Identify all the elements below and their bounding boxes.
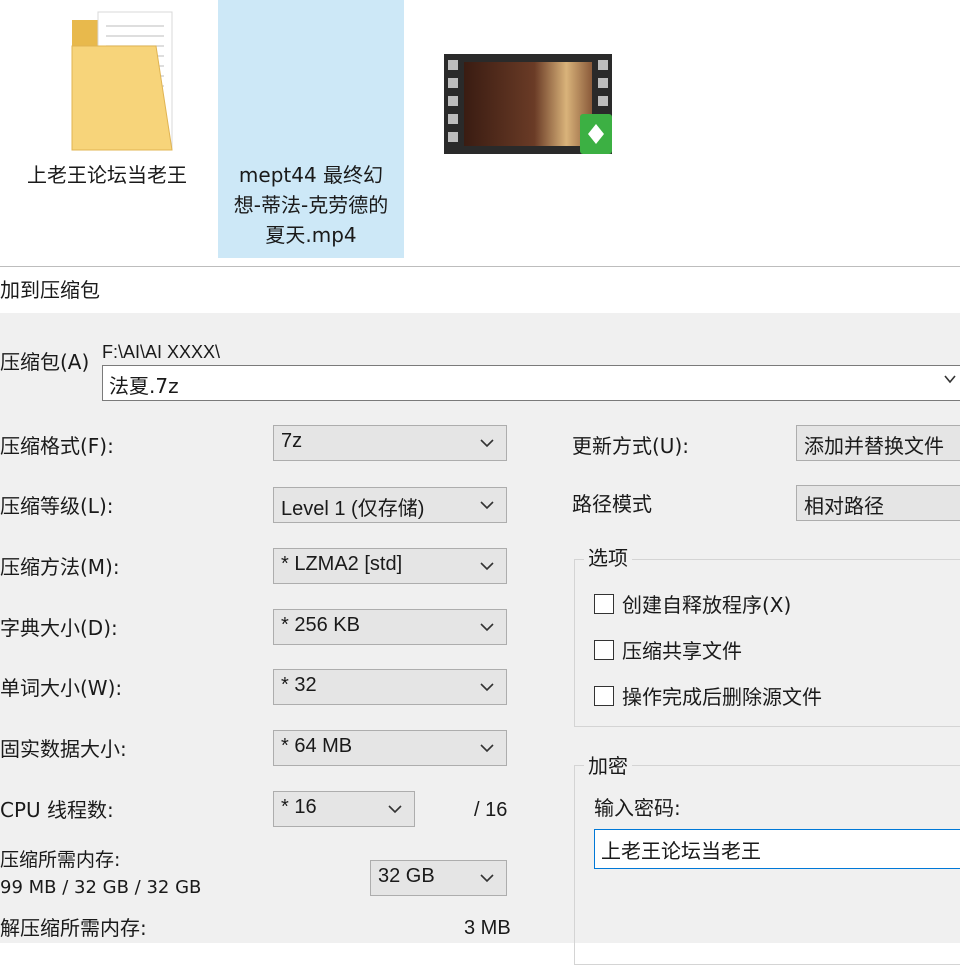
sfx-label: 创建自释放程序(X)	[622, 593, 792, 617]
desktop: 上老王论坛当老王 mept44 最终幻想-蒂法-克劳德的夏天.mp4	[0, 0, 960, 262]
method-select[interactable]: * LZMA2 [std]	[273, 548, 507, 584]
solid-label: 固实数据大小:	[0, 737, 127, 761]
level-value: Level 1 (仅存储)	[281, 498, 425, 520]
chevron-down-icon	[480, 439, 494, 448]
format-value: 7z	[281, 430, 303, 452]
word-select[interactable]: * 32	[273, 669, 507, 705]
update-mode-select[interactable]: 添加并替换文件	[796, 425, 960, 461]
chevron-down-icon	[480, 562, 494, 571]
threads-value: * 16	[281, 796, 317, 818]
chevron-down-icon[interactable]	[943, 372, 957, 386]
password-value: 上老王论坛当老王	[601, 839, 761, 863]
archive-path: F:\AI\AI XXXX\	[102, 342, 221, 362]
word-label: 单词大小(W):	[0, 676, 123, 700]
folder-icon	[71, 11, 173, 151]
path-mode-label: 路径模式	[572, 492, 652, 516]
video-file-icon	[444, 54, 612, 154]
checkbox-box[interactable]	[594, 593, 614, 614]
memory-limit-select[interactable]: 32 GB	[370, 860, 507, 896]
chevron-down-icon	[480, 874, 494, 883]
desktop-item-video[interactable]: mept44 最终幻想-蒂法-克劳德的夏天.mp4	[218, 0, 612, 258]
mem-compress-detail: 99 MB / 32 GB / 32 GB	[0, 877, 202, 898]
chevron-down-icon	[480, 623, 494, 632]
level-label: 压缩等级(L):	[0, 494, 114, 518]
threads-max: / 16	[474, 799, 508, 821]
add-to-archive-dialog: 加到压缩包 压缩包(A) F:\AI\AI XXXX\ 法夏.7z 压缩格式(F…	[0, 266, 960, 965]
level-select[interactable]: Level 1 (仅存储)	[273, 487, 507, 523]
sfx-checkbox[interactable]: 创建自释放程序(X)	[594, 589, 791, 618]
chevron-down-icon	[480, 501, 494, 510]
options-title: 选项	[584, 545, 632, 571]
threads-label: CPU 线程数:	[0, 798, 114, 822]
mem-compress-label: 压缩所需内存:	[0, 849, 121, 871]
mem-decompress-value: 3 MB	[464, 917, 511, 939]
dict-value: * 256 KB	[281, 614, 360, 636]
mem-decompress-label: 解压缩所需内存:	[0, 916, 147, 940]
update-mode-label: 更新方式(U):	[572, 434, 689, 458]
delete-after-label: 操作完成后删除源文件	[622, 685, 822, 709]
archive-label: 压缩包(A)	[0, 350, 90, 374]
solid-value: * 64 MB	[281, 735, 353, 757]
checkbox-box[interactable]	[594, 685, 614, 706]
video-label: mept44 最终幻想-蒂法-克劳德的夏天.mp4	[233, 163, 389, 247]
threads-select[interactable]: * 16	[273, 791, 415, 827]
memory-limit-value: 32 GB	[378, 865, 435, 887]
dialog-title: 加到压缩包	[0, 267, 960, 313]
path-mode-select[interactable]: 相对路径	[796, 485, 960, 521]
desktop-item-folder[interactable]: 上老王论坛当老王	[22, 0, 192, 258]
shared-files-label: 压缩共享文件	[622, 639, 742, 663]
password-input[interactable]: 上老王论坛当老王	[594, 829, 960, 869]
shared-files-checkbox[interactable]: 压缩共享文件	[594, 635, 742, 664]
update-mode-value: 添加并替换文件	[804, 436, 944, 458]
delete-after-checkbox[interactable]: 操作完成后删除源文件	[594, 681, 822, 710]
method-value: * LZMA2 [std]	[281, 553, 403, 575]
archive-name-combo[interactable]: 法夏.7z	[102, 365, 960, 401]
method-label: 压缩方法(M):	[0, 555, 120, 579]
chevron-down-icon	[480, 744, 494, 753]
archive-name-value: 法夏.7z	[109, 374, 179, 398]
chevron-down-icon	[480, 683, 494, 692]
password-label: 输入密码:	[594, 796, 681, 820]
chevron-down-icon	[388, 805, 402, 814]
path-mode-value: 相对路径	[804, 496, 884, 518]
dict-select[interactable]: * 256 KB	[273, 609, 507, 645]
solid-select[interactable]: * 64 MB	[273, 730, 507, 766]
folder-label: 上老王论坛当老王	[27, 163, 187, 187]
word-value: * 32	[281, 674, 317, 696]
format-select[interactable]: 7z	[273, 425, 507, 461]
checkbox-box[interactable]	[594, 639, 614, 660]
dict-label: 字典大小(D):	[0, 616, 118, 640]
format-label: 压缩格式(F):	[0, 434, 114, 458]
encryption-title: 加密	[584, 753, 632, 779]
